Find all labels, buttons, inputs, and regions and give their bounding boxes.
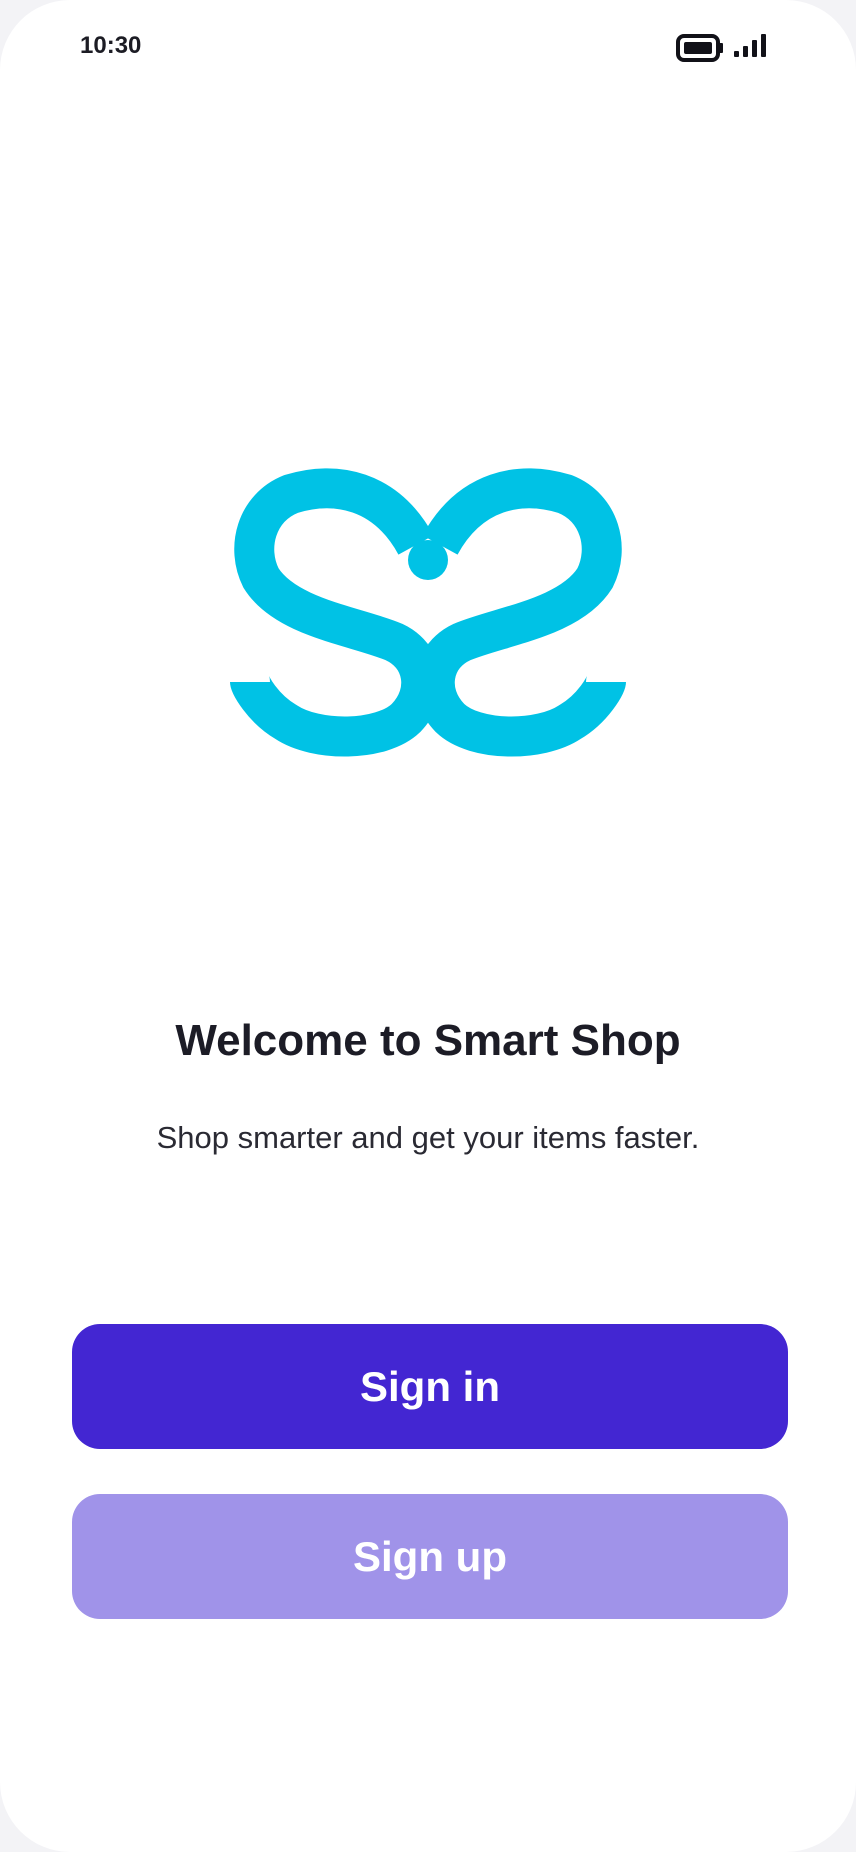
battery-icon [676, 34, 724, 67]
signal-icon [732, 32, 768, 65]
app-screen: 10:30 Welcome to Smart Shop Shop smarter… [0, 0, 856, 1852]
welcome-subtitle: Shop smarter and get your items faster. [156, 1120, 700, 1155]
sign-in-button[interactable]: Sign in [72, 1324, 788, 1449]
smart-shop-logo-icon [226, 460, 630, 785]
welcome-title: Welcome to Smart Shop [175, 1016, 681, 1065]
status-bar: 10:30 [0, 0, 856, 96]
status-time: 10:30 [80, 32, 142, 59]
sign-up-button[interactable]: Sign up [72, 1494, 788, 1619]
